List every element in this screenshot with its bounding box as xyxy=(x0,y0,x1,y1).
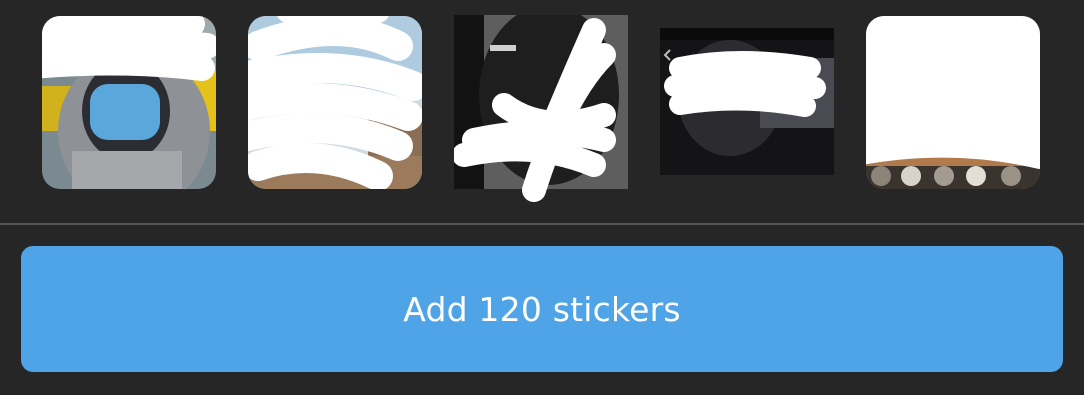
sticker-4[interactable] xyxy=(660,28,834,175)
add-stickers-button-label: Add 120 stickers xyxy=(403,289,681,329)
masked-person-sticker-icon xyxy=(42,16,216,189)
photo-collage-sticker-icon xyxy=(866,16,1040,189)
sticker-1[interactable] xyxy=(42,16,216,189)
sticker-2[interactable] xyxy=(248,16,422,189)
dark-video-frame-sticker-icon xyxy=(660,28,834,175)
outdoor-portrait-sticker-icon xyxy=(248,16,422,189)
sticker-pack-panel: Add 120 stickers xyxy=(0,0,1084,395)
dark-screenshot-sticker-icon xyxy=(454,15,628,202)
sticker-3[interactable] xyxy=(454,15,628,202)
add-stickers-button[interactable]: Add 120 stickers xyxy=(21,246,1063,372)
sticker-5[interactable] xyxy=(866,16,1040,189)
divider xyxy=(0,223,1084,225)
